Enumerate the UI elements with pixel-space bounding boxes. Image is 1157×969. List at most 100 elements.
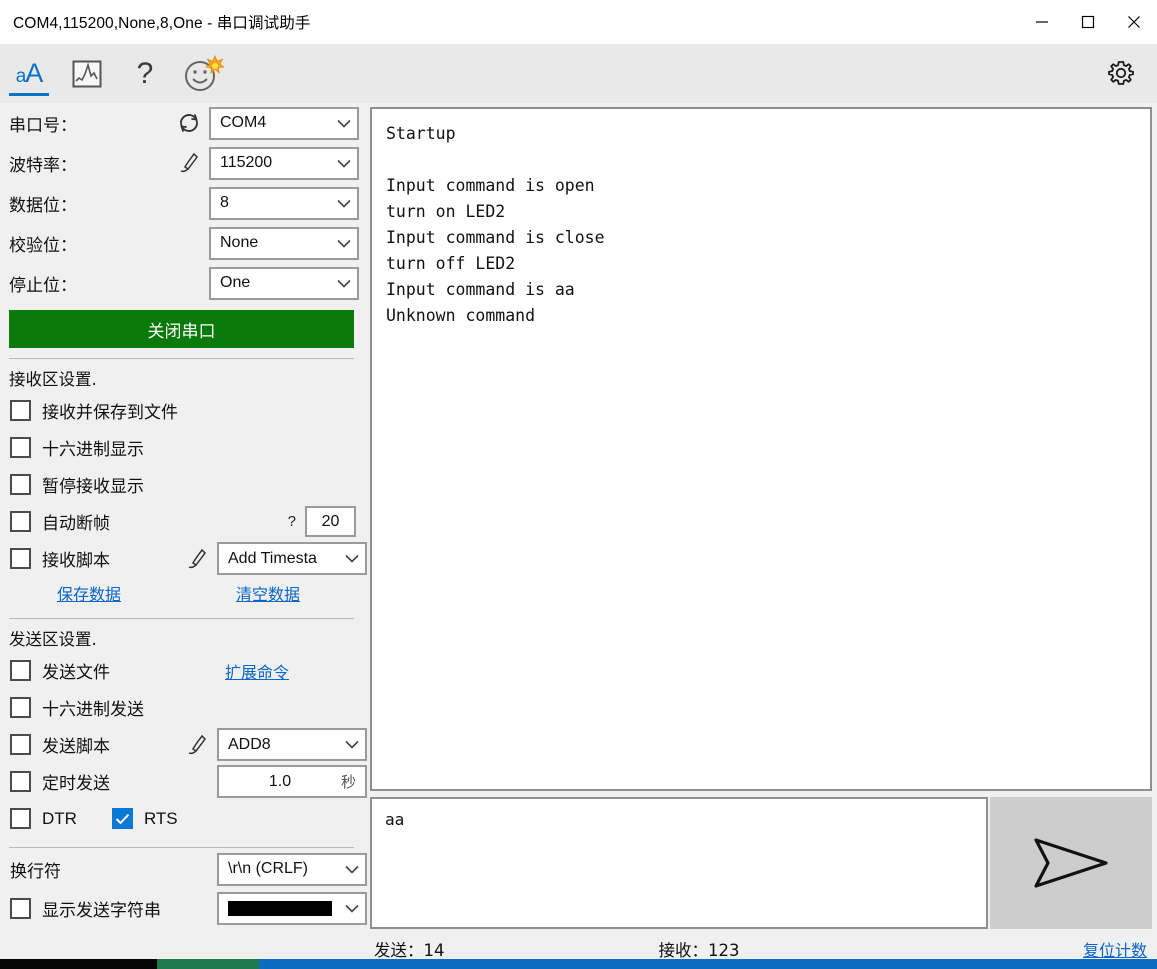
gear-icon [1108,60,1134,85]
recv-script-label: 接收脚本 [42,551,110,571]
pause-display-row[interactable]: 暂停接收显示 [0,466,367,503]
show-send-string-label: 显示发送字符串 [42,901,161,921]
chevron-down-icon [331,279,357,288]
toolbar-tab-emoji[interactable] [174,44,232,103]
chevron-down-icon [331,119,357,128]
recv-links-row: 保存数据 清空数据 [0,577,367,608]
chevron-down-icon [339,554,365,563]
chevron-down-icon [331,159,357,168]
timed-send-unit: 秒 [340,774,356,791]
reset-counter-link[interactable]: 复位计数 [1083,937,1152,961]
settings-button[interactable] [1093,44,1149,103]
window-title: COM4,115200,None,8,One - 串口调试助手 [13,15,311,32]
timed-send-checkbox[interactable] [10,771,31,792]
hex-display-checkbox[interactable] [10,437,31,458]
taskbar-segment-blue [259,959,1157,969]
databits-value: 8 [220,194,229,211]
dtr-checkbox[interactable] [10,808,31,829]
stopbits-select[interactable]: One [209,266,359,300]
send-row: aa [370,797,1152,929]
baud-row: 波特率： 115200 [0,143,367,183]
recv-script-select[interactable]: Add Timesta [217,542,367,575]
databits-select[interactable]: 8 [209,186,359,220]
maximize-icon [1081,15,1095,29]
save-to-file-checkbox[interactable] [10,400,31,421]
send-script-edit-button[interactable] [177,734,217,756]
send-input[interactable]: aa [370,797,988,929]
checkmark-icon [115,813,130,824]
save-data-link[interactable]: 保存数据 [57,581,121,605]
timed-send-interval-input[interactable]: 1.0 秒 [217,765,367,798]
color-swatch [228,901,332,916]
toolbar: aA ? [0,44,1157,103]
chevron-down-icon [331,239,357,248]
auto-frame-help-icon[interactable]: ? [288,513,296,530]
rts-label: RTS [143,808,178,828]
stopbits-row: 停止位： One [0,263,367,303]
send-file-row: 发送文件 扩展命令 [0,652,367,689]
receive-output-area[interactable]: Startup Input command is open turn on LE… [370,107,1152,791]
show-send-string-checkbox[interactable] [10,898,31,919]
auto-frame-checkbox[interactable] [10,511,31,532]
chevron-down-icon [339,740,365,749]
newline-value: \r\n (CRLF) [228,860,308,877]
extend-command-link[interactable]: 扩展命令 [225,659,289,683]
hex-send-row[interactable]: 十六进制发送 [0,689,367,726]
minimize-button[interactable] [1019,0,1065,44]
send-button[interactable] [990,797,1152,929]
save-to-file-row[interactable]: 接收并保存到文件 [0,392,367,429]
maximize-button[interactable] [1065,0,1111,44]
port-select[interactable]: COM4 [209,106,359,140]
hex-display-row[interactable]: 十六进制显示 [0,429,367,466]
send-arrow-icon [1034,838,1108,888]
chevron-down-icon [339,904,365,913]
toolbar-tab-text-mode[interactable]: aA [0,44,58,103]
baud-select[interactable]: 115200 [209,146,359,180]
timed-send-value: 1.0 [268,772,292,790]
chevron-down-icon [331,199,357,208]
baud-label: 波特率： [9,155,77,176]
smiley-sparkle-icon [185,54,224,91]
pen-icon [188,548,206,568]
parity-select[interactable]: None [209,226,359,260]
chevron-down-icon [339,865,365,874]
send-file-label: 发送文件 [42,663,110,683]
send-section-title: 发送区设置. [9,630,97,649]
send-script-select[interactable]: ADD8 [217,728,367,761]
refresh-ports-button[interactable] [169,112,209,134]
window-controls [1019,0,1157,44]
close-serial-port-button[interactable]: 关闭串口 [9,310,354,348]
right-panel: Startup Input command is open turn on LE… [367,103,1157,969]
toolbar-tab-waveform-mode[interactable] [58,44,116,103]
dtr-label: DTR [42,808,77,828]
auto-frame-row: 自动断帧 ? 20 [0,503,367,540]
send-string-color-select[interactable] [217,892,367,925]
taskbar-segment-dark [0,959,157,969]
send-script-checkbox[interactable] [10,734,31,755]
close-button[interactable] [1111,0,1157,44]
parity-value: None [220,234,259,251]
dtr-rts-row: DTR RTS [0,800,367,837]
receive-section-title: 接收区设置. [9,370,97,389]
recv-script-checkbox[interactable] [10,548,31,569]
pause-display-label: 暂停接收显示 [42,477,144,497]
port-label: 串口号： [9,115,77,136]
stopbits-value: One [220,274,251,291]
send-file-checkbox[interactable] [10,660,31,681]
auto-frame-input[interactable]: 20 [305,506,356,537]
newline-label: 换行符 [10,861,61,882]
rts-checkbox[interactable] [111,808,133,829]
hex-send-checkbox[interactable] [10,697,31,718]
newline-row: 换行符 \r\n (CRLF) [0,848,367,890]
toolbar-tab-help[interactable]: ? [116,44,174,103]
clear-data-link[interactable]: 清空数据 [236,581,300,605]
taskbar-segment-green [157,959,259,969]
hex-send-label: 十六进制发送 [42,700,144,720]
newline-select[interactable]: \r\n (CRLF) [217,852,367,886]
question-mark-icon: ? [136,56,154,90]
baud-edit-button[interactable] [169,152,209,174]
recv-script-edit-button[interactable] [177,548,217,570]
baud-value: 115200 [220,154,273,171]
pause-display-checkbox[interactable] [10,474,31,495]
pen-icon [188,734,206,754]
